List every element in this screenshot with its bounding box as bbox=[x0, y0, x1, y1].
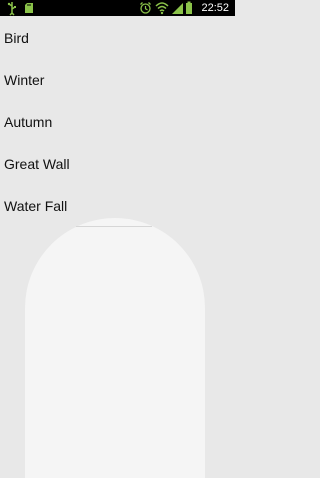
status-time: 22:52 bbox=[201, 2, 229, 14]
alarm-clock-icon bbox=[139, 0, 152, 16]
list-item-winter[interactable]: Winter bbox=[0, 58, 235, 100]
empty-image-overlay bbox=[25, 218, 205, 478]
list-item-autumn[interactable]: Autumn bbox=[0, 100, 235, 142]
sd-card-icon bbox=[24, 0, 35, 16]
list-item-great-wall[interactable]: Great Wall bbox=[0, 142, 235, 184]
list-item-bird[interactable]: Bird bbox=[0, 16, 235, 58]
signal-icon bbox=[171, 0, 184, 16]
overlay-divider-line bbox=[76, 226, 152, 227]
status-bar: 22:52 bbox=[0, 0, 235, 16]
wifi-icon bbox=[155, 0, 169, 16]
battery-icon bbox=[185, 0, 193, 16]
image-list: Bird Winter Autumn Great Wall Water Fall bbox=[0, 16, 235, 226]
usb-icon bbox=[6, 0, 18, 16]
